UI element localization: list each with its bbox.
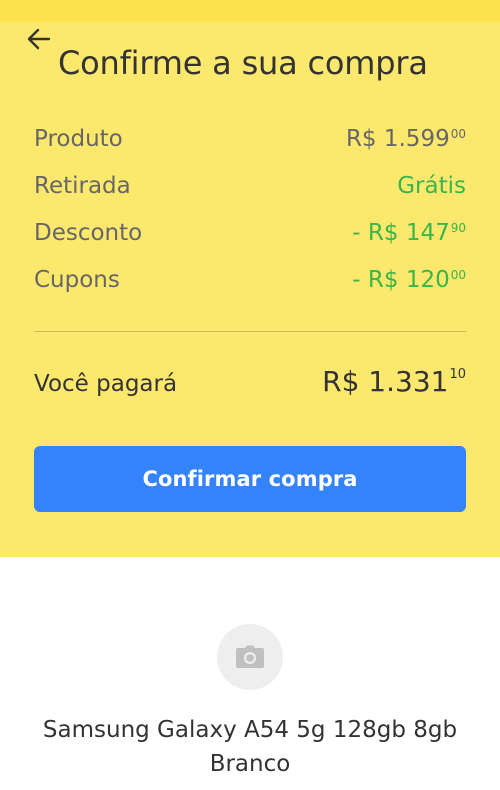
product-name: Samsung Galaxy A54 5g 128gb 8gb Branco — [42, 717, 458, 777]
row-label: Produto — [34, 126, 123, 152]
summary-row-retirada: Retirada Grátis — [34, 173, 466, 207]
status-bar-area — [0, 0, 500, 22]
total-value: R$ 1.33110 — [322, 365, 466, 398]
row-value: R$ 1.59900 — [345, 126, 466, 152]
summary-row-desconto: Desconto - R$ 14790 — [34, 220, 466, 254]
summary-row-produto: Produto R$ 1.59900 — [34, 126, 466, 160]
row-label: Retirada — [34, 173, 131, 199]
camera-icon — [236, 645, 264, 668]
back-arrow-icon[interactable] — [26, 26, 52, 52]
row-value: Grátis — [397, 173, 466, 199]
summary-divider — [34, 331, 466, 332]
row-value: - R$ 14790 — [352, 220, 466, 246]
confirm-purchase-button[interactable]: Confirmar compra — [34, 446, 466, 512]
row-value: - R$ 12000 — [352, 267, 466, 293]
page-title: Confirme a sua compra — [58, 44, 428, 82]
row-label: Desconto — [34, 220, 143, 246]
purchase-summary-panel: Confirme a sua compra Produto R$ 1.59900… — [0, 0, 500, 557]
row-label: Cupons — [34, 267, 120, 293]
total-label: Você pagará — [34, 371, 178, 397]
product-thumbnail — [217, 624, 283, 690]
summary-row-cupons: Cupons - R$ 12000 — [34, 267, 466, 301]
total-row: Você pagará R$ 1.33110 — [34, 365, 466, 405]
